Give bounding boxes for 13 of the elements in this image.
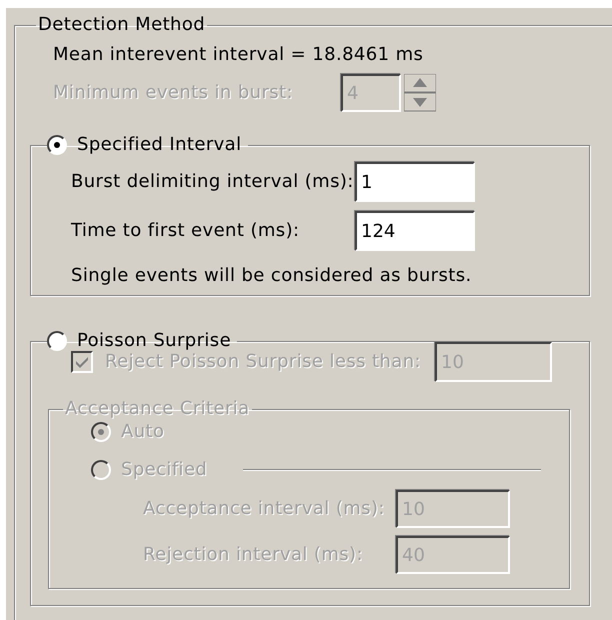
field-label: Time to first event (ms):: [71, 220, 300, 242]
group-title: Detection Method: [38, 14, 206, 35]
spinner-arrows-icon[interactable]: [404, 74, 436, 112]
radio-button[interactable]: [47, 331, 67, 351]
note-text: Single events will be considered as bursts.: [71, 265, 473, 287]
method-label[interactable]: Specified Interval: [77, 134, 242, 156]
group-title: Acceptance Criteria: [65, 398, 250, 419]
method-label[interactable]: Poisson Surprise: [77, 330, 232, 352]
mean-interval-text: Mean interevent interval = 18.8461 ms: [53, 44, 424, 66]
interval-field[interactable]: 1: [355, 162, 475, 202]
interval-field[interactable]: 124: [355, 211, 475, 251]
field-label: Burst delimiting interval (ms):: [71, 171, 355, 193]
radio-button[interactable]: [47, 135, 67, 155]
